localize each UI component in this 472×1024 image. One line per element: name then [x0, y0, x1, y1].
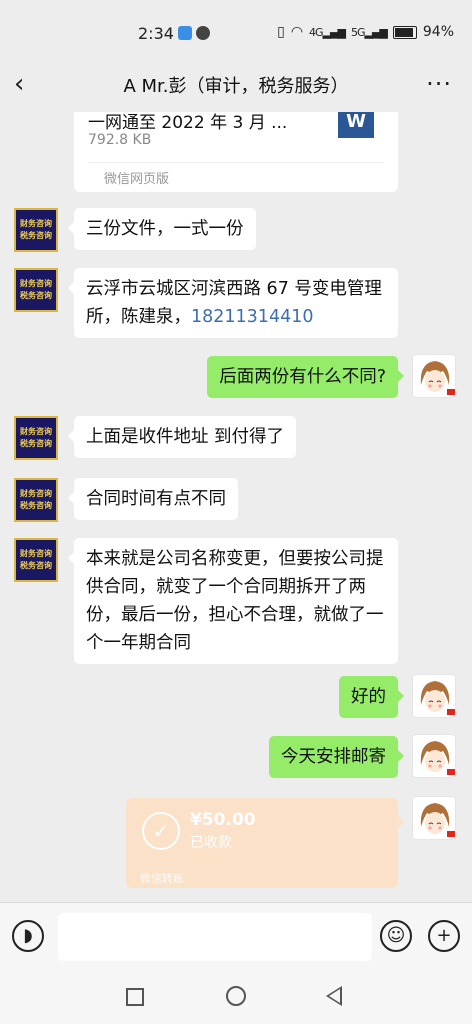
transfer-status: 已收款 — [190, 835, 232, 851]
wifi-icon: ◠ — [290, 24, 304, 40]
my-avatar[interactable] — [412, 734, 456, 778]
contact-avatar[interactable]: 财务咨询 税务咨询 — [14, 268, 58, 312]
word-file-icon: W — [338, 112, 374, 138]
cartoon-girl-avatar-icon — [413, 735, 455, 777]
home-icon[interactable] — [226, 986, 246, 1006]
my-avatar[interactable] — [412, 796, 456, 840]
file-card[interactable]: 一网通至 2022 年 3 月 ... 792.8 KB W 微信网页版 — [74, 112, 398, 192]
transfer-amount: ¥50.00 — [190, 810, 256, 830]
chat-title: A Mr.彭（审计，税务服务） — [123, 76, 349, 97]
system-nav-bar — [0, 972, 472, 1024]
vibrate-icon: ▯ — [277, 24, 285, 40]
message-bubble-incoming[interactable]: 合同时间有点不同 — [68, 478, 238, 520]
more-dots-icon[interactable]: ··· — [426, 70, 452, 98]
contact-avatar[interactable]: 财务咨询 税务咨询 — [14, 208, 58, 252]
chat-area[interactable]: 一网通至 2022 年 3 月 ... 792.8 KB W 微信网页版 财务咨… — [0, 112, 472, 902]
message-bubble-incoming[interactable]: 上面是收件地址 到付得了 — [67, 416, 297, 458]
contact-avatar[interactable]: 财务咨询 税务咨询 — [14, 478, 58, 522]
contact-avatar[interactable]: 财务咨询 税务咨询 — [14, 416, 58, 460]
back-triangle-icon[interactable] — [326, 986, 342, 1006]
cartoon-girl-avatar-icon — [413, 355, 455, 397]
recent-apps-icon[interactable] — [126, 988, 144, 1006]
chat-header: ‹ A Mr.彭（审计，税务服务） ··· — [0, 58, 472, 112]
transfer-card[interactable]: ✓ ¥50.00 已收款 微信转账 — [126, 798, 404, 888]
file-card-divider — [88, 162, 384, 163]
emoji-icon[interactable]: ☺ — [380, 920, 412, 952]
check-circle-icon: ✓ — [142, 812, 180, 850]
battery-percent: 94% — [422, 24, 454, 40]
message-bubble-outgoing[interactable]: 后面两份有什么不同? — [207, 356, 404, 398]
plus-icon[interactable]: + — [428, 920, 460, 952]
battery-icon — [392, 25, 417, 39]
file-source: 微信网页版 — [104, 172, 170, 187]
phone-link[interactable]: 18211314410 — [191, 307, 313, 327]
voice-icon[interactable]: ◗ — [12, 920, 44, 952]
message-bubble-outgoing[interactable]: 今天安排邮寄 — [269, 736, 404, 778]
my-avatar[interactable] — [412, 354, 456, 398]
input-bar: ◗ ☺ + — [0, 902, 472, 973]
status-right: ▯ ◠ 4G▂▄▆ 5G▂▄▆ 94% — [277, 24, 454, 40]
cartoon-girl-avatar-icon — [413, 797, 455, 839]
message-bubble-incoming[interactable]: 本来就是公司名称变更，但要按公司提供合同，就变了一个合同期拆开了两份，最后一份，… — [68, 538, 398, 664]
contact-avatar[interactable]: 财务咨询 税务咨询 — [14, 538, 58, 582]
message-bubble-incoming[interactable]: 三份文件，一式一份 — [68, 208, 256, 250]
signal-5g-icon: 5G▂▄▆ — [350, 25, 388, 39]
cartoon-girl-avatar-icon — [413, 675, 455, 717]
file-name: 一网通至 2022 年 3 月 ... — [88, 113, 288, 133]
my-avatar[interactable] — [412, 674, 456, 718]
status-bar: 2:34 ▯ ◠ 4G▂▄▆ 5G▂▄▆ 94% — [0, 0, 472, 58]
message-bubble-incoming[interactable]: 云浮市云城区河滨西路 67 号变电管理所，陈建泉，18211314410 — [68, 268, 398, 338]
notification-app-icon-2 — [196, 26, 210, 40]
message-bubble-outgoing[interactable]: 好的 — [339, 676, 404, 718]
notification-app-icon — [178, 26, 192, 40]
file-size: 792.8 KB — [88, 132, 152, 148]
transfer-source: 微信转账 — [140, 872, 184, 885]
status-time: 2:34 — [138, 24, 174, 43]
signal-4g-icon: 4G▂▄▆ — [309, 25, 346, 39]
message-input[interactable] — [58, 913, 372, 961]
